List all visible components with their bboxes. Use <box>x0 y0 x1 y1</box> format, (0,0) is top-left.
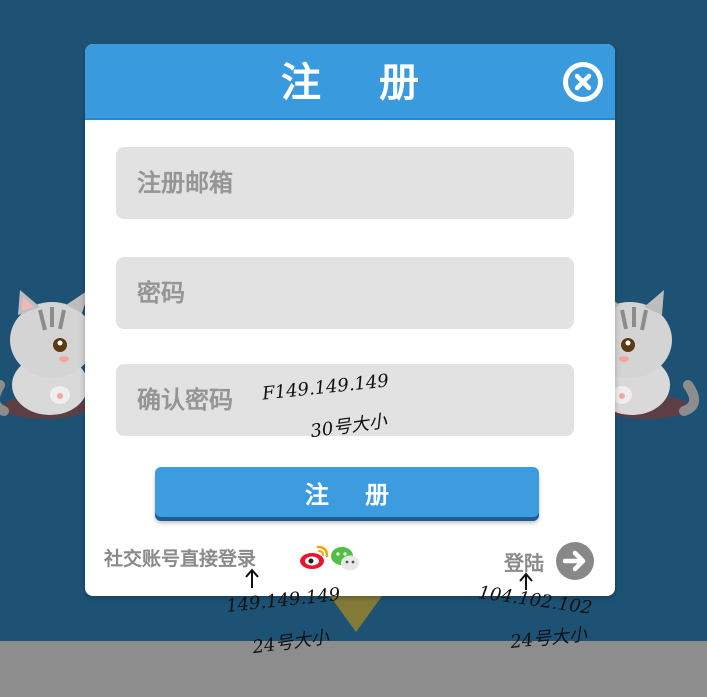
register-dialog: 注 册 注 册 社交账号直接登录 登陆 <box>85 44 615 596</box>
bottom-bar <box>0 641 707 697</box>
password-field[interactable] <box>116 257 574 329</box>
email-field[interactable] <box>116 147 574 219</box>
close-button[interactable] <box>563 62 603 102</box>
wechat-icon[interactable] <box>330 544 360 574</box>
annotation-arrow-social <box>245 568 259 588</box>
register-button[interactable]: 注 册 <box>155 467 539 517</box>
social-login-label: 社交账号直接登录 <box>104 548 257 570</box>
arrow-right-circle-icon <box>562 550 586 572</box>
annotation-arrow-login <box>519 572 533 590</box>
weibo-icon[interactable] <box>298 541 330 573</box>
close-circle-icon <box>568 67 598 97</box>
dialog-header: 注 册 <box>85 44 615 120</box>
login-arrow-button[interactable] <box>556 542 594 580</box>
dialog-title: 注 册 <box>281 60 441 106</box>
